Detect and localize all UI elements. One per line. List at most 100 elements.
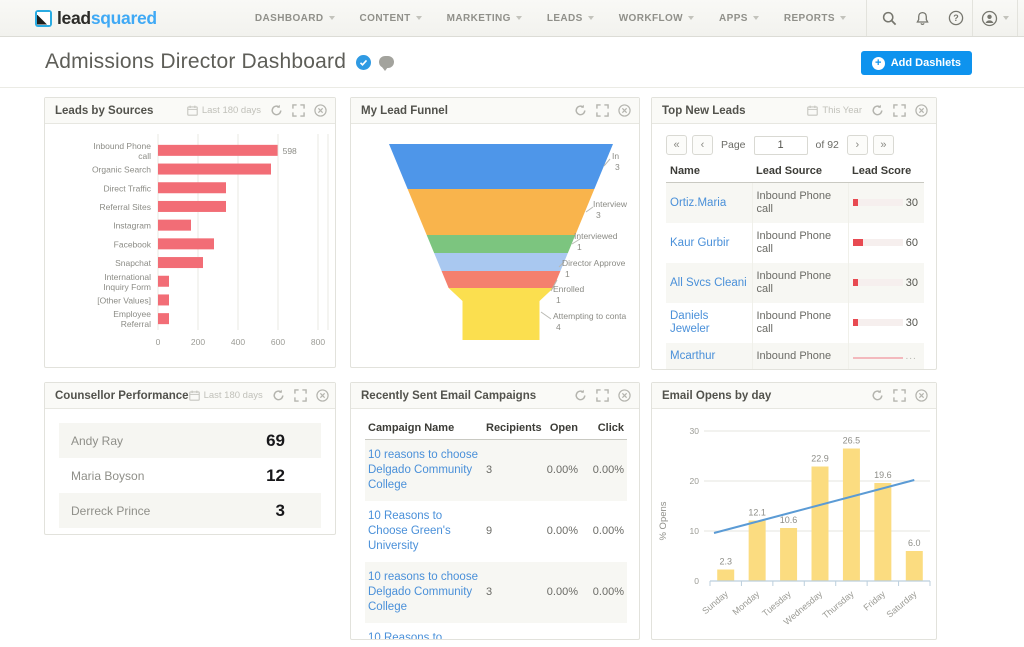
campaign-name-link[interactable]: 10 reasons to choose Delgado Community C…: [368, 571, 478, 613]
close-icon[interactable]: [915, 104, 928, 117]
table-row: Daniels Jeweler Inbound Phone call 30: [666, 303, 924, 343]
expand-icon[interactable]: [294, 389, 307, 402]
lead-name-link[interactable]: All Svcs Cleani: [670, 277, 747, 289]
nav-menu-item[interactable]: REPORTS: [784, 13, 846, 24]
brand-logo[interactable]: leadsquared: [35, 8, 157, 29]
expand-icon[interactable]: [596, 389, 609, 402]
widget-title: Counsellor Performance: [55, 390, 189, 402]
table-row: Ortiz.Maria Inbound Phone call 30: [666, 183, 924, 224]
date-range-label: Last 180 days: [202, 105, 261, 116]
column-header-lead-score: Lead Score: [848, 162, 924, 183]
date-range-label: This Year: [822, 105, 862, 116]
lead-funnel-chart: In3Interview3Interviewed1Director Approv…: [351, 124, 639, 367]
date-range-chip: This Year: [807, 105, 862, 116]
refresh-icon[interactable]: [574, 104, 587, 117]
close-icon[interactable]: [618, 389, 631, 402]
campaign-click-rate: 0.00%: [581, 440, 627, 502]
search-icon[interactable]: [873, 0, 906, 36]
expand-icon[interactable]: [893, 104, 906, 117]
svg-text:% Opens: % Opens: [658, 501, 669, 540]
close-icon[interactable]: [618, 104, 631, 117]
svg-text:598: 598: [283, 146, 297, 156]
refresh-icon[interactable]: [871, 389, 884, 402]
widget-lead-funnel: My Lead Funnel In3Interview3Interviewed1…: [350, 97, 640, 368]
refresh-icon[interactable]: [574, 389, 587, 402]
top-nav: leadsquared DASHBOARD CONTENT MARKETING: [0, 0, 1024, 37]
lead-source-cell: Inbound Phone call: [752, 303, 848, 343]
funnel-stage-label: Interview3: [593, 199, 627, 221]
table-row: 10 reasons to choose Delgado Community C…: [365, 562, 627, 623]
widget-title: Recently Sent Email Campaigns: [361, 390, 536, 402]
campaign-name-link[interactable]: 10 Reasons to Choose Green's University: [368, 632, 451, 639]
lead-name-link[interactable]: Ortiz.Maria: [670, 197, 726, 209]
funnel-stage-label: Director Approve1: [562, 258, 625, 280]
prev-page-button[interactable]: ‹: [692, 135, 713, 155]
svg-text:30: 30: [690, 426, 700, 436]
expand-icon[interactable]: [292, 104, 305, 117]
expand-icon[interactable]: [893, 389, 906, 402]
svg-text:International: International: [104, 272, 151, 282]
widget-title: Leads by Sources: [55, 105, 153, 117]
campaign-open-rate: 0.00%: [531, 623, 581, 639]
chevron-down-icon: [753, 16, 759, 20]
lead-name-link[interactable]: Mcarthur: [670, 350, 715, 362]
svg-text:Saturday: Saturday: [885, 589, 919, 620]
svg-text:Referral: Referral: [121, 319, 151, 329]
page-label: Page: [721, 139, 746, 151]
nav-menu-item[interactable]: MARKETING: [447, 13, 522, 24]
column-header-name: Name: [666, 162, 752, 183]
widget-header: Top New Leads This Year: [652, 98, 936, 124]
svg-text:12.1: 12.1: [748, 508, 766, 518]
add-dashlets-button[interactable]: + Add Dashlets: [861, 51, 972, 75]
page-number-input[interactable]: [754, 136, 808, 155]
table-row: 10 reasons to choose Delgado Community C…: [365, 440, 627, 502]
list-item: Andy Ray 69: [59, 423, 321, 458]
refresh-icon[interactable]: [871, 104, 884, 117]
svg-text:call: call: [138, 151, 151, 161]
help-icon[interactable]: ?: [939, 0, 972, 36]
svg-text:Instagram: Instagram: [113, 221, 151, 231]
lead-name-link[interactable]: Kaur Gurbir: [670, 237, 729, 249]
lead-source-cell: Inbound Phone call: [752, 223, 848, 263]
svg-text:Sunday: Sunday: [700, 589, 730, 617]
date-range-chip: Last 180 days: [189, 390, 263, 401]
nav-menu-item[interactable]: WORKFLOW: [619, 13, 694, 24]
account-icon[interactable]: [972, 0, 1018, 36]
calendar-icon: [807, 105, 818, 116]
comment-icon[interactable]: [379, 56, 394, 68]
last-page-button[interactable]: »: [873, 135, 894, 155]
list-item: Derreck Prince 3: [59, 493, 321, 528]
close-icon[interactable]: [915, 389, 928, 402]
nav-menu-item[interactable]: LEADS: [547, 13, 594, 24]
nav-menu-item[interactable]: APPS: [719, 13, 759, 24]
svg-text:Direct Traffic: Direct Traffic: [103, 183, 151, 193]
svg-text:?: ?: [953, 13, 959, 23]
nav-menu-item[interactable]: DASHBOARD: [255, 13, 335, 24]
close-icon[interactable]: [314, 104, 327, 117]
lead-name-link[interactable]: Daniels Jeweler: [670, 310, 710, 335]
svg-text:26.5: 26.5: [843, 436, 861, 446]
campaign-name-link[interactable]: 10 reasons to choose Delgado Community C…: [368, 449, 478, 491]
widget-header: Recently Sent Email Campaigns: [351, 383, 639, 409]
campaign-name-link[interactable]: 10 Reasons to Choose Green's University: [368, 510, 451, 552]
nav-menu-item-label: CONTENT: [360, 13, 411, 24]
svg-text:6.0: 6.0: [908, 538, 921, 548]
svg-text:Employee: Employee: [113, 309, 151, 319]
refresh-icon[interactable]: [270, 104, 283, 117]
widget-header: My Lead Funnel: [351, 98, 639, 124]
first-page-button[interactable]: «: [666, 135, 687, 155]
close-icon[interactable]: [316, 389, 329, 402]
table-row: 10 Reasons to Choose Green's University …: [365, 623, 627, 639]
nav-menu-item-label: DASHBOARD: [255, 13, 324, 24]
next-page-button[interactable]: ›: [847, 135, 868, 155]
column-header-click: Click: [581, 419, 627, 440]
lead-score-cell: 30: [848, 263, 924, 303]
notifications-bell-icon[interactable]: [906, 0, 939, 36]
svg-text:400: 400: [231, 337, 245, 347]
expand-icon[interactable]: [596, 104, 609, 117]
date-range-chip: Last 180 days: [187, 105, 261, 116]
svg-text:Snapchat: Snapchat: [115, 258, 152, 268]
nav-menu-item[interactable]: CONTENT: [360, 13, 422, 24]
refresh-icon[interactable]: [272, 389, 285, 402]
table-row: All Svcs Cleani Inbound Phone call 30: [666, 263, 924, 303]
